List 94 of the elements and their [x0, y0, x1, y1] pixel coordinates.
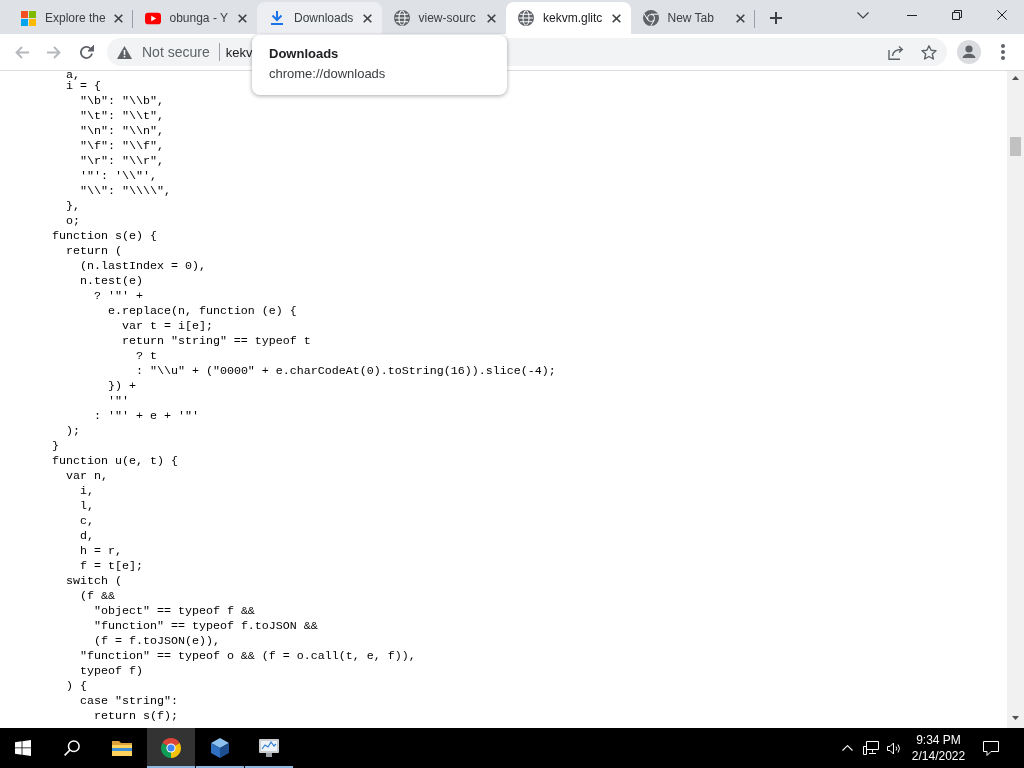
browser-tab[interactable]: Downloads [257, 2, 382, 34]
code-line: i = { [66, 79, 101, 93]
code-line: (n.lastIndex = 0), [80, 259, 206, 273]
code-line: }, [66, 199, 80, 213]
reload-icon[interactable] [79, 44, 94, 60]
browser-tab[interactable]: view-sourc [381, 2, 506, 34]
scrollbar-thumb[interactable] [1010, 137, 1021, 156]
url-text[interactable]: kekv [225, 44, 253, 60]
code-line: "\n": "\\n", [80, 124, 164, 138]
security-label[interactable]: Not secure [142, 44, 210, 60]
triangle-up-icon[interactable] [1012, 76, 1019, 80]
code-line: "object" == typeof f && [94, 604, 255, 618]
chevron-down-icon[interactable] [857, 11, 869, 19]
restore-icon[interactable] [951, 10, 962, 20]
triangle-down-icon[interactable] [1012, 716, 1019, 720]
code-line: ? '"' + [94, 289, 143, 303]
code-line: '"' [107, 394, 129, 408]
code-line: (f && [80, 589, 115, 603]
browser-tab[interactable]: New Tab [630, 2, 755, 34]
round-logo-icon [642, 10, 659, 26]
code-line: function s(e) { [52, 229, 157, 243]
code-line: var n, [66, 469, 108, 483]
folder-icon [112, 740, 132, 756]
code-line: n.test(e) [80, 274, 143, 288]
close-icon[interactable] [996, 10, 1007, 20]
code-line: }) + [107, 379, 136, 393]
code-line: } [52, 439, 59, 453]
share-icon[interactable] [888, 44, 904, 60]
monitor-chart-icon [259, 739, 279, 757]
close-icon[interactable] [113, 13, 123, 23]
code-line: var t = i[e]; [121, 319, 213, 333]
clock-time: 9:34 PM [916, 732, 961, 748]
code-line: case "string": [80, 694, 178, 708]
globe-icon [393, 10, 410, 26]
code-line: "\b": "\\b", [80, 94, 164, 108]
play-button-icon [144, 11, 161, 25]
code-line: f = t[e]; [80, 559, 143, 573]
clock-date: 2/14/2022 [911, 748, 966, 764]
four-panes-icon[interactable] [15, 740, 31, 756]
taskbar-app-button[interactable] [147, 728, 195, 768]
close-icon[interactable] [487, 13, 496, 23]
code-line: "function" == typeof f.toJSON && [94, 619, 318, 633]
cube-icon [211, 738, 229, 758]
search-icon[interactable] [64, 740, 80, 756]
code-line: : '"' + e + '"' [94, 409, 199, 423]
code-line: "\f": "\\f", [80, 139, 164, 153]
browser-tab[interactable]: obunga - Y [132, 2, 257, 34]
code-line: a, [66, 71, 80, 81]
speaker-icon[interactable] [886, 741, 901, 755]
tricolor-circle-icon [161, 738, 181, 758]
code-line: ? t [135, 349, 157, 363]
code-line: "\t": "\\t", [80, 109, 164, 123]
code-line: function u(e, t) { [52, 454, 178, 468]
menu-icon[interactable] [1001, 44, 1005, 60]
tooltip-title: Downloads [269, 46, 340, 62]
four-squares-icon [20, 10, 36, 26]
code-line: return "string" == typeof t [121, 334, 311, 348]
code-line: d, [80, 529, 94, 543]
speech-bubble-icon[interactable] [983, 740, 999, 756]
code-line: switch ( [66, 574, 122, 588]
code-line: ) { [66, 679, 87, 693]
code-line: ); [66, 424, 80, 438]
download-icon [271, 11, 283, 25]
code-line: l, [80, 499, 94, 513]
code-line: "\\": "\\\\", [80, 184, 171, 198]
code-line: (f = f.toJSON(e)), [94, 634, 220, 648]
code-line: '"': '\\"', [80, 169, 157, 183]
minimize-icon[interactable] [906, 14, 917, 16]
tooltip-url: chrome://downloads [269, 66, 387, 82]
globe-icon [518, 10, 534, 26]
close-icon[interactable] [362, 13, 372, 23]
close-icon[interactable] [736, 13, 745, 23]
code-line: o; [66, 214, 80, 228]
close-icon[interactable] [238, 13, 247, 23]
close-icon[interactable] [611, 13, 621, 23]
code-line: return s(f); [94, 709, 178, 723]
star-icon[interactable] [921, 44, 937, 60]
code-line: "function" == typeof o && (f = o.call(t, e, f)), [80, 649, 416, 663]
warning-icon[interactable] [117, 45, 132, 59]
code-line: h = r, [80, 544, 122, 558]
plus-icon[interactable] [770, 12, 782, 24]
code-line: e.replace(n, function (e) { [107, 304, 297, 318]
chevron-up-icon[interactable] [841, 745, 853, 751]
code-line: c, [80, 514, 94, 528]
scrollbar-track[interactable] [1007, 71, 1024, 728]
browser-tab[interactable]: kekvm.glitc [506, 2, 631, 34]
code-line: i, [80, 484, 94, 498]
profile-avatar-icon[interactable] [957, 40, 981, 64]
code-line: typeof f) [80, 664, 143, 678]
code-line: return ( [66, 244, 122, 258]
wired-network-icon[interactable] [862, 741, 879, 755]
code-line: : "\\u" + ("0000" + e.charCodeAt(0).toString(16)).slice(-4); [135, 364, 556, 378]
code-line: "\r": "\\r", [80, 154, 164, 168]
browser-tab[interactable]: Explore the [8, 2, 133, 34]
